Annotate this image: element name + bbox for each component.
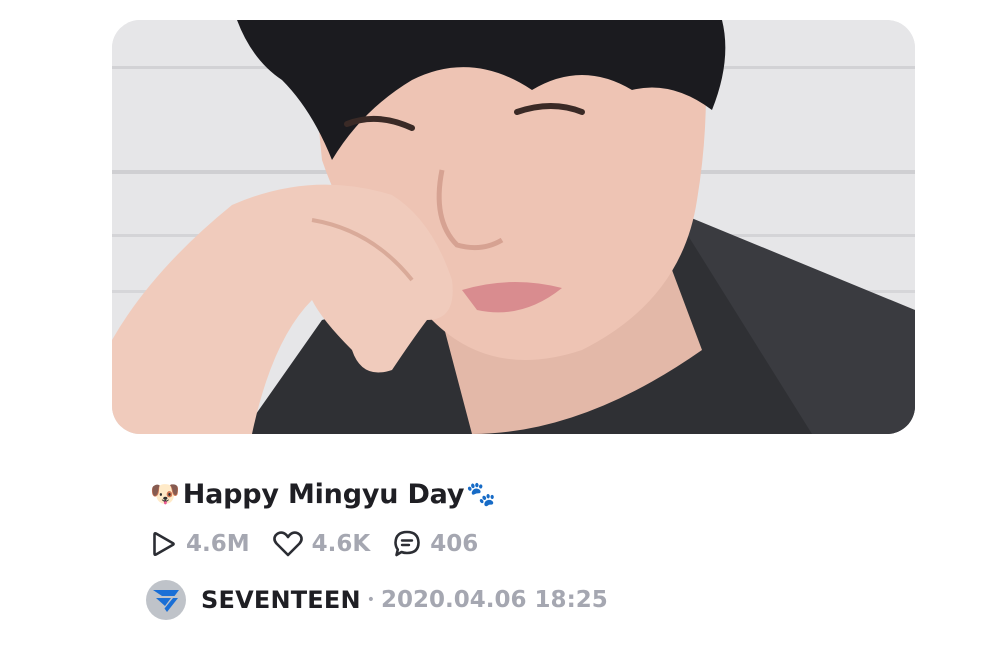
channel-avatar[interactable] <box>146 580 186 620</box>
like-count-value: 4.6K <box>311 531 371 557</box>
comment-icon <box>394 530 421 557</box>
like-count[interactable]: 4.6K <box>272 530 371 558</box>
play-count: 4.6M <box>150 530 250 558</box>
post-date: 2020.04.06 18:25 <box>381 587 608 613</box>
post-stats: 4.6M 4.6K 406 <box>150 527 478 561</box>
seventeen-logo-icon <box>153 590 179 612</box>
thumbnail-image <box>112 20 915 434</box>
heart-icon <box>272 531 303 557</box>
video-thumbnail[interactable] <box>112 20 915 434</box>
comment-count[interactable]: 406 <box>392 529 478 559</box>
paw-prints-emoji: 🐾 <box>466 480 496 508</box>
post-card: 🐶 Happy Mingyu Day 🐾 4.6M 4.6K 406 SEVEN… <box>0 0 1000 669</box>
comment-count-value: 406 <box>430 531 479 557</box>
post-title-text: Happy Mingyu Day <box>182 478 465 510</box>
channel-name[interactable]: SEVENTEEN <box>201 586 361 614</box>
meta-separator: • <box>366 592 376 608</box>
play-icon <box>153 531 175 557</box>
play-count-value: 4.6M <box>186 531 250 557</box>
dog-face-emoji: 🐶 <box>150 480 180 508</box>
post-title[interactable]: 🐶 Happy Mingyu Day 🐾 <box>150 474 496 514</box>
author-row: SEVENTEEN • 2020.04.06 18:25 <box>146 580 608 620</box>
